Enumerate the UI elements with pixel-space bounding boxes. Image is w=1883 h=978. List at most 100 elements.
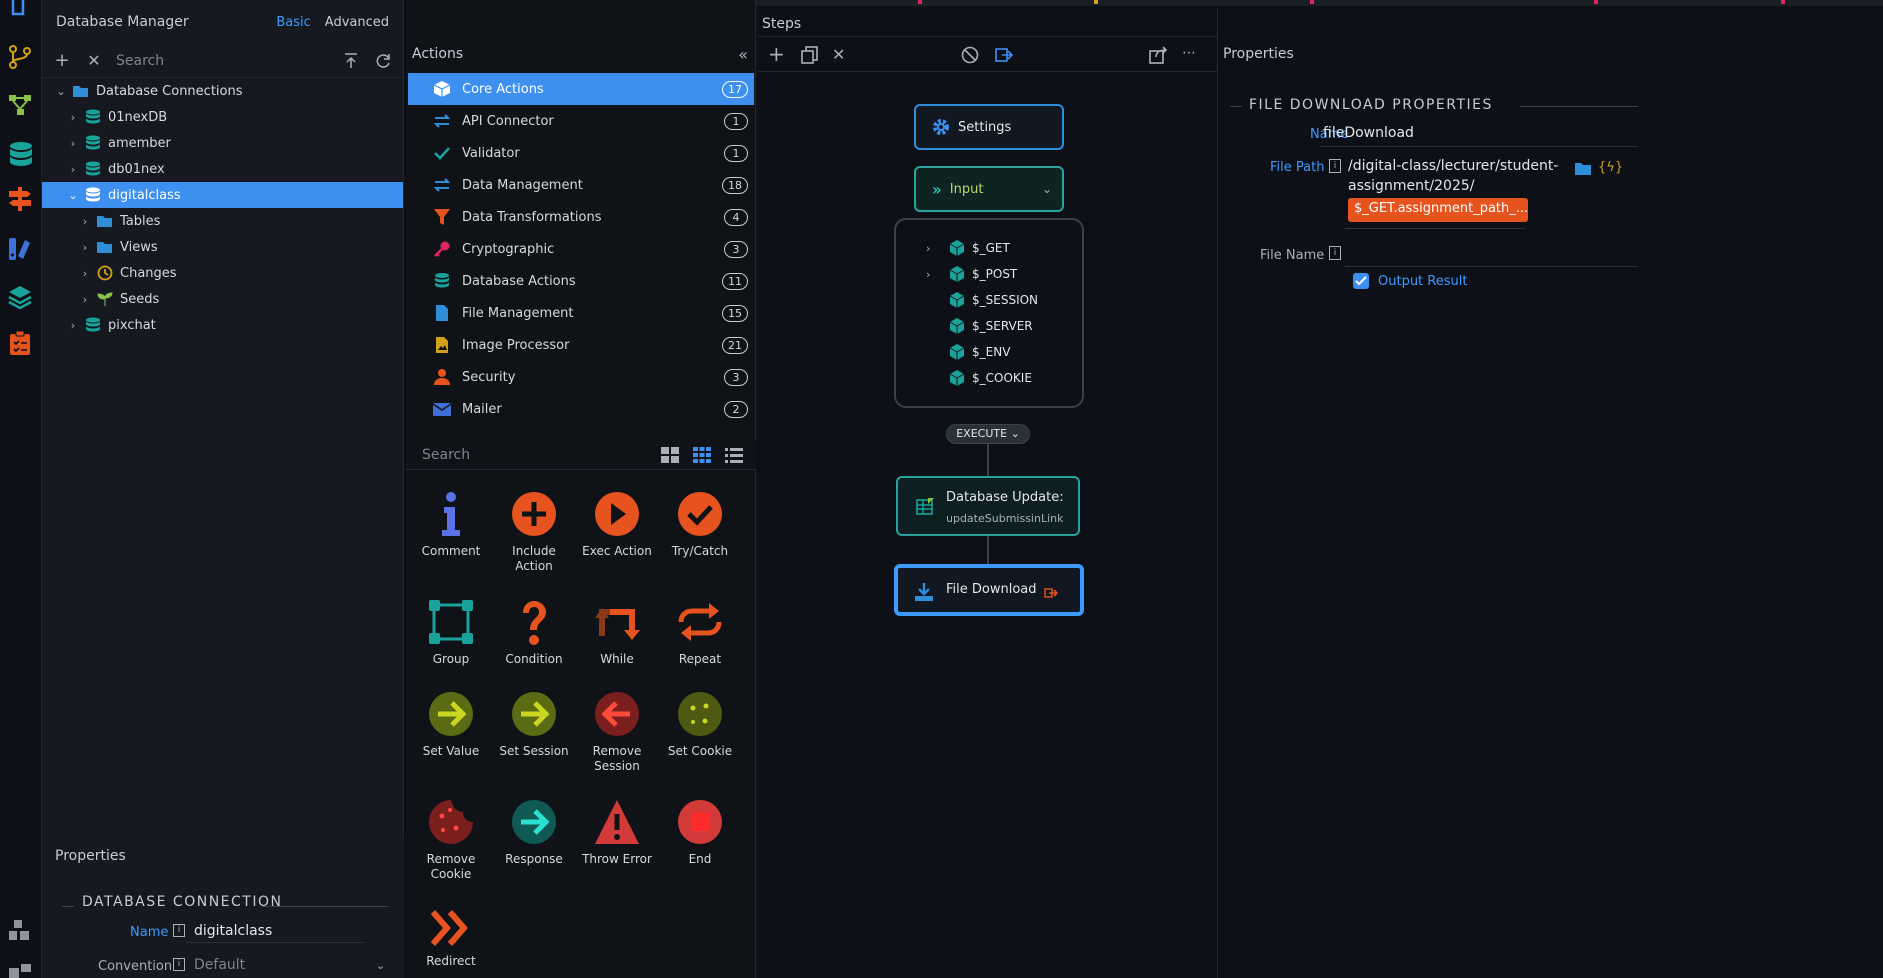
chevron-down-icon[interactable]: ⌄: [376, 959, 385, 972]
tool-set-value[interactable]: Set Value: [410, 690, 492, 759]
chevron-right-icon[interactable]: ›: [66, 319, 80, 332]
category-image-processor[interactable]: Image Processor 21: [408, 329, 754, 361]
category-core-actions[interactable]: Core Actions 17: [408, 73, 754, 105]
refresh-icon[interactable]: [373, 51, 393, 71]
tool-try-catch[interactable]: Try/Catch: [659, 490, 741, 559]
chevron-down-icon[interactable]: ⌄: [54, 85, 68, 98]
tool-exec-action[interactable]: Exec Action: [576, 490, 658, 559]
add-icon[interactable]: +: [52, 50, 72, 71]
info-icon[interactable]: i: [173, 924, 185, 937]
var-cookie[interactable]: $_COOKIE: [926, 368, 1032, 388]
chevron-right-icon[interactable]: ›: [78, 267, 92, 280]
list-view-icon[interactable]: [724, 446, 744, 464]
tree-item-db01nex[interactable]: › db01nex: [42, 156, 403, 182]
small-grid-view-icon[interactable]: [692, 446, 712, 464]
close-icon[interactable]: ✕: [84, 51, 104, 71]
var-post[interactable]: › $_POST: [926, 264, 1017, 284]
var-get[interactable]: › $_GET: [926, 238, 1010, 258]
convention-select[interactable]: Default: [194, 957, 245, 973]
workflow-icon[interactable]: [7, 92, 33, 118]
layers-icon[interactable]: [7, 284, 33, 310]
puzzle-icon[interactable]: [7, 962, 33, 978]
chevron-right-icon[interactable]: ›: [78, 293, 92, 306]
clipboard-icon[interactable]: [7, 330, 33, 356]
info-icon[interactable]: i: [173, 958, 185, 971]
connection-name-field[interactable]: digitalclass: [194, 923, 272, 939]
large-grid-view-icon[interactable]: [660, 446, 680, 464]
tool-response[interactable]: Response: [493, 798, 575, 867]
chevron-down-icon[interactable]: ⌄: [66, 189, 80, 202]
tree-item-seeds[interactable]: › Seeds: [42, 286, 403, 312]
category-database-actions[interactable]: Database Actions 11: [408, 265, 754, 297]
chevron-right-icon[interactable]: ›: [926, 242, 940, 255]
delete-step-icon[interactable]: ✕: [832, 45, 852, 65]
git-branch-icon[interactable]: [7, 44, 33, 70]
chevron-right-icon[interactable]: ›: [926, 268, 940, 281]
tool-set-session[interactable]: Set Session: [493, 690, 575, 759]
more-options-icon[interactable]: ⋯: [1182, 45, 1202, 65]
chevron-right-icon[interactable]: ›: [66, 111, 80, 124]
execute-toggle[interactable]: EXECUTE ⌄: [946, 424, 1030, 444]
chevron-right-icon[interactable]: ›: [78, 241, 92, 254]
design-icon[interactable]: [7, 236, 33, 262]
category-cryptographic[interactable]: Cryptographic 3: [408, 233, 754, 265]
routing-icon[interactable]: [7, 186, 33, 212]
export-icon[interactable]: [1148, 45, 1168, 65]
file-path-line-2[interactable]: assignment/2025/: [1348, 178, 1475, 194]
category-file-management[interactable]: File Management 15: [408, 297, 754, 329]
step-name-field[interactable]: fileDownload: [1323, 125, 1414, 141]
tool-repeat[interactable]: Repeat: [659, 598, 741, 667]
tool-group[interactable]: Group: [410, 598, 492, 667]
database-update-step[interactable]: Database Update: updateSubmissinLink: [896, 476, 1080, 536]
extensions-icon[interactable]: [7, 918, 33, 944]
folder-browse-icon[interactable]: [1574, 161, 1592, 176]
tree-item-digitalclass[interactable]: ⌄ digitalclass: [42, 182, 403, 208]
path-expression-token[interactable]: $_GET.assignment_path_...: [1348, 198, 1528, 222]
settings-node[interactable]: Settings: [914, 104, 1064, 150]
category-data-transformations[interactable]: Data Transformations 4: [408, 201, 754, 233]
add-step-icon[interactable]: +: [768, 44, 788, 65]
database-icon[interactable]: [7, 140, 35, 170]
var-env[interactable]: $_ENV: [926, 342, 1010, 362]
chevron-down-icon[interactable]: ⌄: [1042, 182, 1052, 196]
category-data-management[interactable]: Data Management 18: [408, 169, 754, 201]
tool-condition[interactable]: Condition: [493, 598, 575, 667]
disable-icon[interactable]: [960, 45, 980, 65]
category-mailer[interactable]: Mailer 2: [408, 393, 754, 425]
tool-include-action[interactable]: Include Action: [493, 490, 575, 574]
category-security[interactable]: Security 3: [408, 361, 754, 393]
tool-while[interactable]: While: [576, 598, 658, 667]
collapse-all-icon[interactable]: [341, 51, 361, 71]
collapse-panel-icon[interactable]: «: [738, 45, 748, 64]
tree-item-tables[interactable]: › Tables: [42, 208, 403, 234]
output-result-label[interactable]: Output Result: [1378, 274, 1467, 289]
tree-item-changes[interactable]: › Changes: [42, 260, 403, 286]
tool-comment[interactable]: Comment: [410, 490, 492, 559]
info-icon[interactable]: i: [1329, 246, 1341, 260]
output-result-checkbox[interactable]: [1353, 273, 1369, 289]
tool-throw-error[interactable]: Throw Error: [576, 798, 658, 867]
chevron-right-icon[interactable]: ›: [78, 215, 92, 228]
var-server[interactable]: $_SERVER: [926, 316, 1033, 336]
tree-item-database-connections[interactable]: ⌄ Database Connections: [42, 78, 403, 104]
dynamic-data-icon[interactable]: {ϟ}: [1598, 160, 1623, 175]
tool-remove-session[interactable]: Remove Session: [576, 690, 658, 774]
copy-icon[interactable]: [800, 45, 820, 65]
file-name-field[interactable]: [1345, 266, 1638, 267]
tool-redirect[interactable]: Redirect: [410, 908, 492, 969]
chevron-right-icon[interactable]: ›: [66, 163, 80, 176]
category-api-connector[interactable]: API Connector 1: [408, 105, 754, 137]
var-session[interactable]: $_SESSION: [926, 290, 1038, 310]
tree-item-amember[interactable]: › amember: [42, 130, 403, 156]
tool-set-cookie[interactable]: Set Cookie: [659, 690, 741, 759]
chevron-right-icon[interactable]: ›: [66, 137, 80, 150]
file-path-line-1[interactable]: /digital-class/lecturer/student-: [1348, 158, 1558, 174]
info-icon[interactable]: i: [1329, 159, 1341, 173]
tool-end[interactable]: End: [659, 798, 741, 867]
mode-advanced-tab[interactable]: Advanced: [325, 15, 389, 30]
output-icon[interactable]: [994, 45, 1014, 65]
category-validator[interactable]: Validator 1: [408, 137, 754, 169]
search-input[interactable]: Search: [116, 53, 329, 69]
tool-remove-cookie[interactable]: Remove Cookie: [410, 798, 492, 882]
tool-search-input[interactable]: Search: [422, 447, 648, 463]
